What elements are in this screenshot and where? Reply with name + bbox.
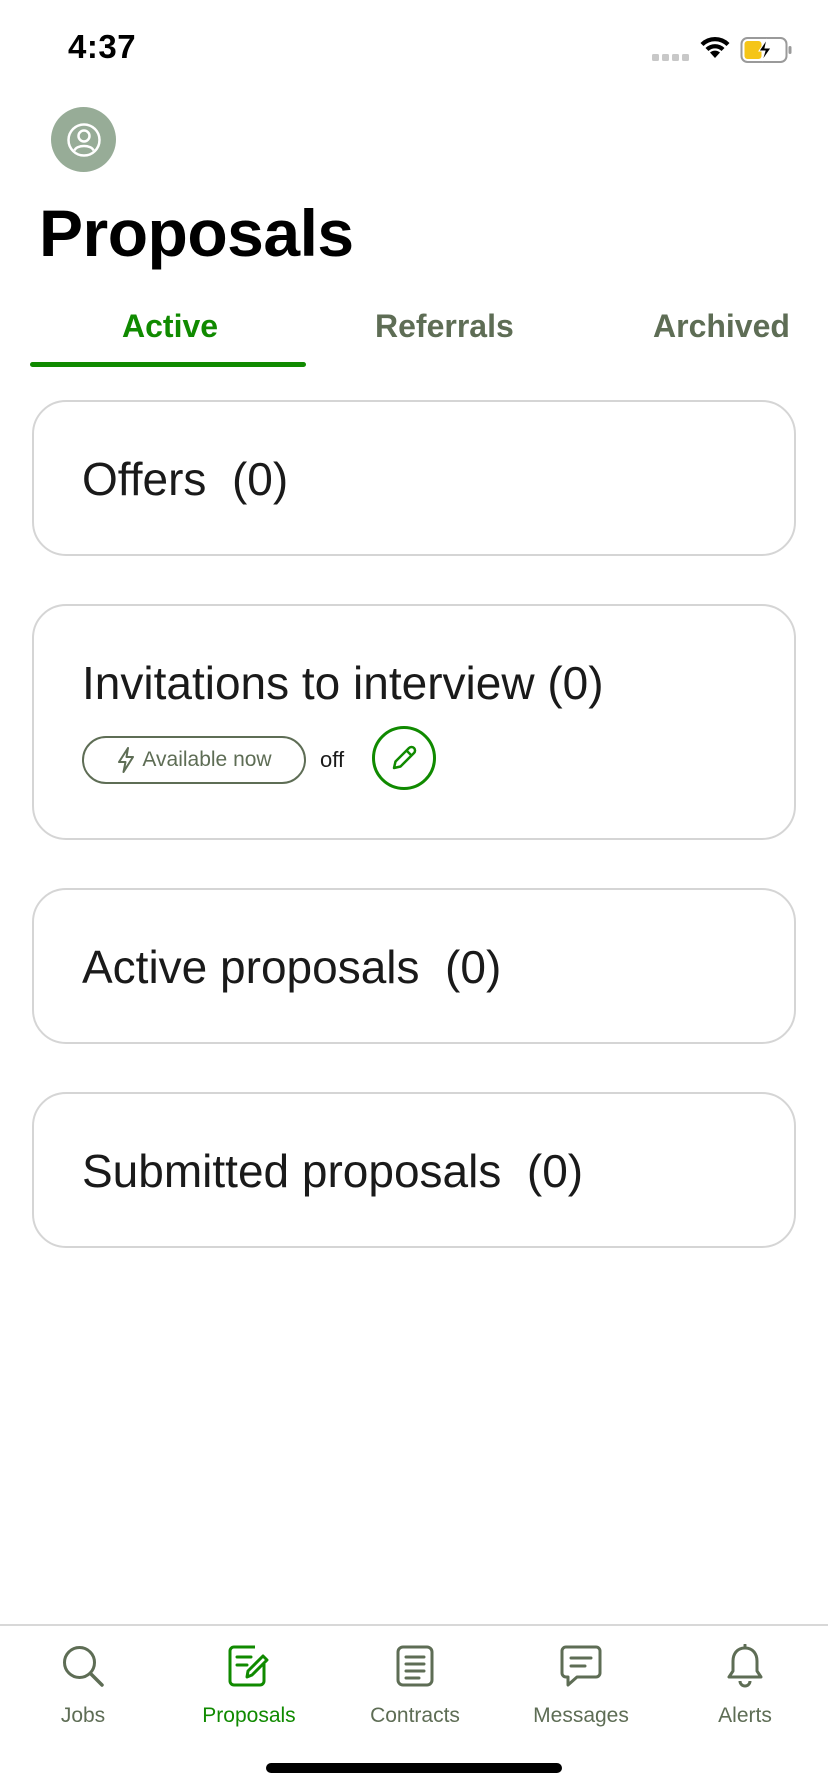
nav-label-jobs: Jobs	[60, 1704, 106, 1727]
submitted-proposals-title: Submitted proposals (0)	[82, 1145, 584, 1197]
contracts-icon	[391, 1642, 439, 1690]
nav-item-alerts[interactable]: Alerts	[662, 1642, 828, 1752]
nav-label-alerts: Alerts	[718, 1704, 772, 1727]
proposal-tabs: Active Referrals Archived	[30, 300, 828, 370]
offers-card[interactable]: Offers (0)	[32, 400, 796, 556]
bell-icon	[721, 1642, 769, 1690]
nav-item-jobs[interactable]: Jobs	[0, 1642, 166, 1752]
offers-title: Offers (0)	[82, 453, 289, 505]
availability-status: off	[320, 747, 345, 772]
home-indicator	[266, 1763, 562, 1773]
invitations-title: Invitations to interview (0)	[82, 657, 604, 709]
available-now-chip[interactable]: Available now	[82, 736, 306, 784]
tab-referrals[interactable]: Referrals	[375, 308, 514, 345]
battery-charging-icon	[740, 37, 792, 63]
nav-label-proposals: Proposals	[202, 1704, 296, 1727]
status-bar: 4:37	[0, 0, 828, 100]
active-proposals-card[interactable]: Active proposals (0)	[32, 888, 796, 1044]
available-now-label: Available now	[142, 748, 272, 771]
invitations-card[interactable]: Invitations to interview (0) Available n…	[32, 604, 796, 840]
proposals-screen: 4:37 Proposals Active Referrals Archived…	[0, 0, 828, 1792]
lightning-icon	[118, 747, 135, 773]
pencil-icon	[392, 745, 417, 770]
proposals-icon	[225, 1642, 273, 1690]
tab-archived[interactable]: Archived	[653, 308, 790, 345]
nav-item-proposals[interactable]: Proposals	[166, 1642, 332, 1752]
messages-icon	[557, 1642, 605, 1690]
submitted-proposals-card[interactable]: Submitted proposals (0)	[32, 1092, 796, 1248]
search-icon	[59, 1642, 107, 1690]
cellular-signal-icon	[652, 54, 689, 61]
page-title: Proposals	[39, 196, 354, 270]
wifi-icon	[700, 36, 730, 58]
edit-availability-button[interactable]	[372, 726, 436, 790]
tab-active[interactable]: Active	[122, 308, 218, 345]
nav-label-contracts: Contracts	[370, 1704, 460, 1727]
profile-avatar-button[interactable]	[51, 107, 116, 172]
active-tab-indicator	[30, 362, 306, 367]
nav-item-contracts[interactable]: Contracts	[332, 1642, 498, 1752]
user-icon	[66, 122, 101, 157]
active-proposals-title: Active proposals (0)	[82, 941, 502, 993]
status-time: 4:37	[68, 28, 137, 65]
nav-label-messages: Messages	[533, 1704, 629, 1727]
nav-item-messages[interactable]: Messages	[498, 1642, 664, 1752]
